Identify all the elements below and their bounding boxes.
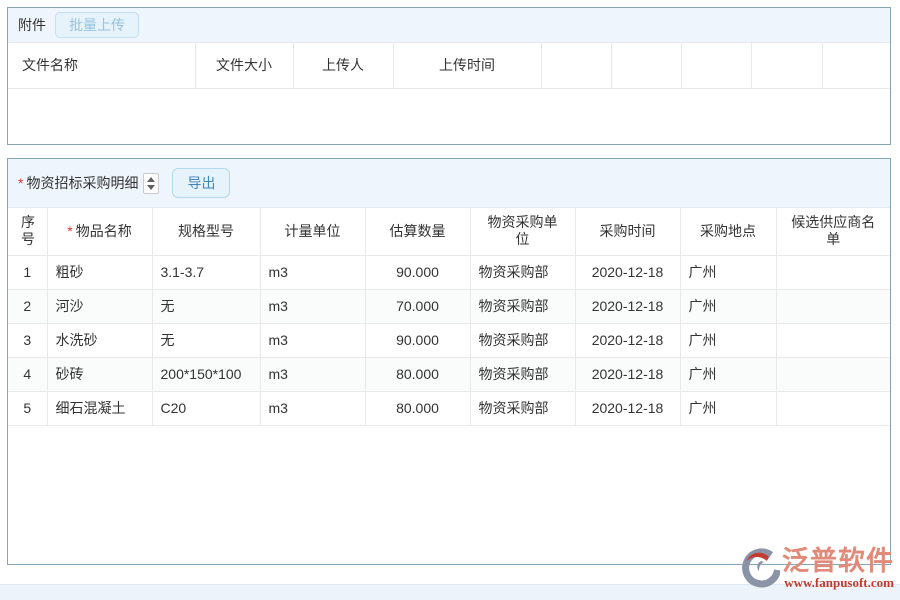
cell-seq: 1	[8, 255, 47, 289]
cell-unit: m3	[260, 255, 365, 289]
sort-down-icon	[147, 185, 155, 190]
cell-place: 广州	[680, 323, 776, 357]
cell-spec: 无	[152, 323, 260, 357]
required-mark: *	[67, 223, 72, 239]
details-header-row: 序号 *物品名称 规格型号 计量单位 估算数量 物资采购单位 采购时间 采购地点…	[8, 208, 890, 255]
cell-name: 细石混凝土	[47, 391, 152, 425]
cell-suppliers	[776, 255, 890, 289]
attachments-empty-body	[8, 89, 890, 141]
cell-date: 2020-12-18	[575, 289, 680, 323]
cell-spec: C20	[152, 391, 260, 425]
cell-date: 2020-12-18	[575, 391, 680, 425]
cell-seq: 4	[8, 357, 47, 391]
cell-unit: m3	[260, 357, 365, 391]
brand-url: www.fanpusoft.com	[784, 576, 894, 589]
col-empty-1	[541, 43, 611, 88]
cell-unit: m3	[260, 323, 365, 357]
cell-date: 2020-12-18	[575, 357, 680, 391]
export-button[interactable]: 导出	[172, 168, 230, 198]
attachments-table: 文件名称 文件大小 上传人 上传时间	[8, 43, 890, 89]
col-empty-4	[751, 43, 822, 88]
details-table: 序号 *物品名称 规格型号 计量单位 估算数量 物资采购单位 采购时间 采购地点…	[8, 208, 890, 426]
cell-place: 广州	[680, 357, 776, 391]
table-row[interactable]: 5 细石混凝土 C20 m3 80.000 物资采购部 2020-12-18 广…	[8, 391, 890, 425]
col-empty-2	[611, 43, 681, 88]
sort-up-icon	[147, 177, 155, 182]
cell-place: 广州	[680, 255, 776, 289]
col-empty-3	[681, 43, 751, 88]
col-date: 采购时间	[575, 208, 680, 255]
table-row[interactable]: 4 砂砖 200*150*100 m3 80.000 物资采购部 2020-12…	[8, 357, 890, 391]
cell-spec: 3.1-3.7	[152, 255, 260, 289]
col-uploader: 上传人	[293, 43, 393, 88]
details-title-text: 物资招标采购明细	[26, 175, 138, 191]
cell-seq: 5	[8, 391, 47, 425]
col-seq: 序号	[8, 208, 47, 255]
cell-dept: 物资采购部	[470, 255, 575, 289]
col-dept: 物资采购单位	[470, 208, 575, 255]
attachments-title: 附件	[18, 15, 46, 35]
cell-dept: 物资采购部	[470, 323, 575, 357]
cell-unit: m3	[260, 289, 365, 323]
col-file-name: 文件名称	[8, 43, 195, 88]
cell-dept: 物资采购部	[470, 289, 575, 323]
cell-spec: 无	[152, 289, 260, 323]
cell-seq: 2	[8, 289, 47, 323]
cell-dept: 物资采购部	[470, 357, 575, 391]
cell-qty: 90.000	[365, 323, 470, 357]
details-panel-bar: *物资招标采购明细 导出	[8, 159, 890, 208]
cell-qty: 70.000	[365, 289, 470, 323]
attachments-panel: 附件 批量上传 文件名称 文件大小 上传人 上传时间	[7, 7, 891, 145]
col-qty: 估算数量	[365, 208, 470, 255]
brand-name: 泛普软件	[782, 546, 894, 576]
details-title: *物资招标采购明细	[18, 173, 138, 193]
fanpu-watermark: 泛普软件 www.fanpusoft.com	[740, 546, 894, 591]
sort-arrows-icon[interactable]	[143, 173, 159, 194]
cell-dept: 物资采购部	[470, 391, 575, 425]
cell-date: 2020-12-18	[575, 255, 680, 289]
required-mark: *	[18, 175, 23, 191]
cell-unit: m3	[260, 391, 365, 425]
col-place: 采购地点	[680, 208, 776, 255]
col-spec: 规格型号	[152, 208, 260, 255]
cell-date: 2020-12-18	[575, 323, 680, 357]
cell-qty: 90.000	[365, 255, 470, 289]
table-row[interactable]: 1 粗砂 3.1-3.7 m3 90.000 物资采购部 2020-12-18 …	[8, 255, 890, 289]
fanpu-logo-icon	[740, 548, 780, 591]
col-suppliers: 候选供应商名单	[776, 208, 890, 255]
cell-place: 广州	[680, 391, 776, 425]
table-row[interactable]: 3 水洗砂 无 m3 90.000 物资采购部 2020-12-18 广州	[8, 323, 890, 357]
col-item-name: *物品名称	[47, 208, 152, 255]
cell-suppliers	[776, 323, 890, 357]
col-empty-5	[822, 43, 890, 88]
batch-upload-button[interactable]: 批量上传	[55, 12, 139, 38]
details-panel: *物资招标采购明细 导出 序号 *物品名称 规格型号 计量单位 估算数量 物资采…	[7, 158, 891, 565]
cell-suppliers	[776, 391, 890, 425]
cell-suppliers	[776, 289, 890, 323]
col-file-size: 文件大小	[195, 43, 293, 88]
col-unit: 计量单位	[260, 208, 365, 255]
cell-place: 广州	[680, 289, 776, 323]
table-row[interactable]: 2 河沙 无 m3 70.000 物资采购部 2020-12-18 广州	[8, 289, 890, 323]
cell-suppliers	[776, 357, 890, 391]
cell-qty: 80.000	[365, 391, 470, 425]
cell-seq: 3	[8, 323, 47, 357]
cell-qty: 80.000	[365, 357, 470, 391]
cell-name: 水洗砂	[47, 323, 152, 357]
cell-spec: 200*150*100	[152, 357, 260, 391]
attachments-header-row: 文件名称 文件大小 上传人 上传时间	[8, 43, 890, 88]
cell-name: 粗砂	[47, 255, 152, 289]
col-upload-time: 上传时间	[393, 43, 541, 88]
cell-name: 河沙	[47, 289, 152, 323]
cell-name: 砂砖	[47, 357, 152, 391]
attachments-panel-bar: 附件 批量上传	[8, 8, 890, 43]
